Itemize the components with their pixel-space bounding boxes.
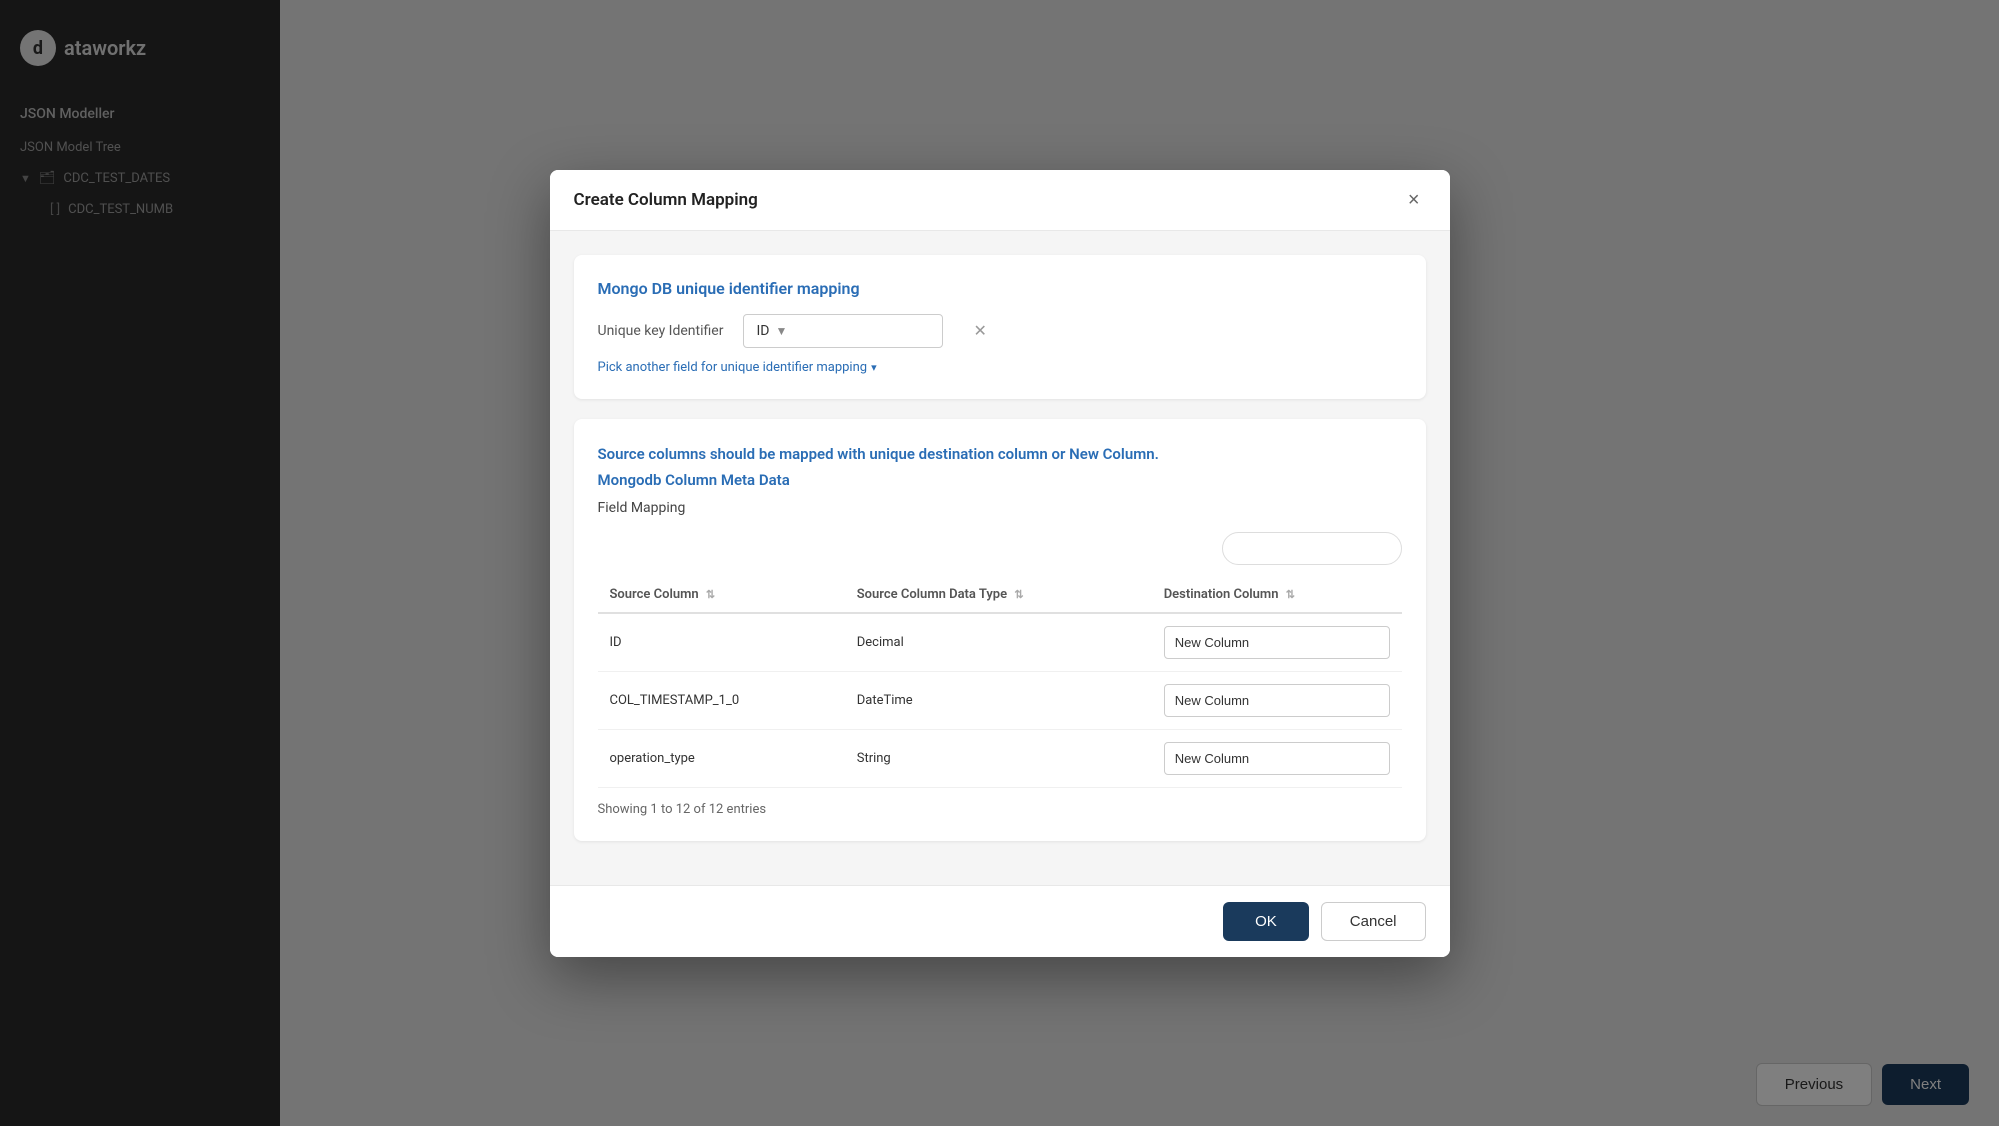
col-header-destination-label: Destination Column (1164, 587, 1279, 602)
col-header-datatype[interactable]: Source Column Data Type ⇅ (845, 577, 1152, 613)
col-header-datatype-label: Source Column Data Type (857, 587, 1007, 602)
destination-select-0[interactable]: New Column (1152, 613, 1402, 672)
data-type-string: String (845, 729, 1152, 787)
destination-dropdown-1[interactable]: New Column (1164, 684, 1390, 717)
modal-close-button[interactable]: × (1402, 188, 1426, 212)
unique-identifier-title: Mongo DB unique identifier mapping (598, 279, 1402, 298)
sort-icon-datatype: ⇅ (1014, 588, 1023, 601)
col-header-source-label: Source Column (610, 587, 699, 602)
pick-another-link[interactable]: Pick another field for unique identifier… (598, 360, 1402, 375)
id-dropdown[interactable]: ID ▼ (743, 314, 943, 348)
col-header-destination[interactable]: Destination Column ⇅ (1152, 577, 1402, 613)
source-col-id: ID (598, 613, 845, 672)
destination-select-1[interactable]: New Column (1152, 671, 1402, 729)
dropdown-chevron-icon: ▼ (775, 324, 787, 338)
pick-another-chevron-icon: ▾ (871, 361, 877, 374)
section2-title-line1: Source columns should be mapped with uni… (598, 443, 1402, 466)
table-header: Source Column ⇅ Source Column Data Type … (598, 577, 1402, 613)
sort-icon-source: ⇅ (706, 588, 715, 601)
source-columns-section: Source columns should be mapped with uni… (574, 419, 1426, 841)
data-type-datetime: DateTime (845, 671, 1152, 729)
pick-another-text: Pick another field for unique identifier… (598, 360, 868, 375)
search-bar (598, 532, 1402, 565)
modal-body: Mongo DB unique identifier mapping Uniqu… (550, 231, 1450, 885)
destination-dropdown-2[interactable]: New Column (1164, 742, 1390, 775)
clear-id-button[interactable]: ✕ (973, 321, 986, 340)
destination-dropdown-0[interactable]: New Column (1164, 626, 1390, 659)
cancel-button[interactable]: Cancel (1321, 902, 1426, 941)
modal-header: Create Column Mapping × (550, 170, 1450, 231)
showing-entries-text: Showing 1 to 12 of 12 entries (598, 802, 1402, 817)
search-input[interactable] (1222, 532, 1402, 565)
ok-button[interactable]: OK (1223, 902, 1309, 941)
table-body: ID Decimal New Column COL_TIMESTAMP_1_0 … (598, 613, 1402, 788)
data-type-decimal: Decimal (845, 613, 1152, 672)
sort-icon-destination: ⇅ (1286, 588, 1295, 601)
source-col-operation-type: operation_type (598, 729, 845, 787)
mapping-table: Source Column ⇅ Source Column Data Type … (598, 577, 1402, 788)
table-row: ID Decimal New Column (598, 613, 1402, 672)
table-row: operation_type String New Column (598, 729, 1402, 787)
modal-title: Create Column Mapping (574, 190, 758, 210)
modal-overlay[interactable]: Create Column Mapping × Mongo DB unique … (0, 0, 1999, 1126)
modal-dialog: Create Column Mapping × Mongo DB unique … (550, 170, 1450, 957)
modal-footer: OK Cancel (550, 885, 1450, 957)
source-col-timestamp: COL_TIMESTAMP_1_0 (598, 671, 845, 729)
col-header-source[interactable]: Source Column ⇅ (598, 577, 845, 613)
section2-title-line2: Mongodb Column Meta Data (598, 469, 1402, 492)
id-value: ID (756, 323, 769, 339)
unique-key-row: Unique key Identifier ID ▼ ✕ (598, 314, 1402, 348)
unique-identifier-section: Mongo DB unique identifier mapping Uniqu… (574, 255, 1426, 399)
destination-select-2[interactable]: New Column (1152, 729, 1402, 787)
unique-key-label: Unique key Identifier (598, 323, 724, 339)
table-row: COL_TIMESTAMP_1_0 DateTime New Column (598, 671, 1402, 729)
field-mapping-label: Field Mapping (598, 500, 1402, 516)
